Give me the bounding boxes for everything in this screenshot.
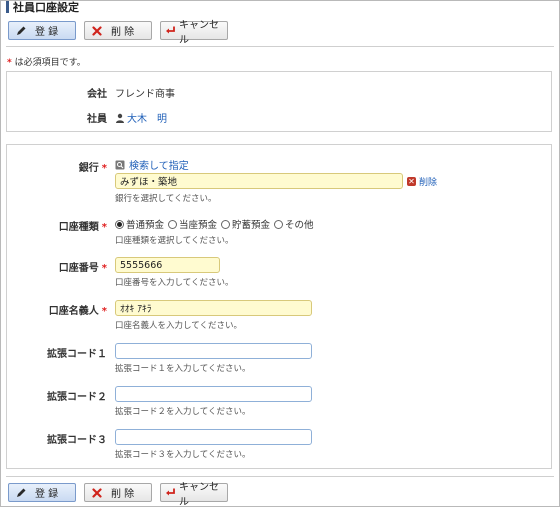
radio-circle	[168, 219, 178, 229]
account-number-label: 口座番号 *	[7, 259, 107, 274]
page-header: 社員口座設定	[6, 0, 79, 14]
account-number-label-text: 口座番号	[58, 263, 99, 274]
ext-code-1-hint: 拡張コード１を入力してください。	[115, 364, 251, 374]
radio-circle	[221, 219, 231, 229]
ext-code-2-field[interactable]	[115, 386, 312, 402]
employee-value: 大木 明	[115, 110, 167, 125]
ext-code-1-label: 拡張コード１	[47, 349, 107, 360]
ext-code-2-label: 拡張コード２	[47, 392, 107, 403]
return-arrow-icon	[165, 487, 176, 499]
bottom-toolbar: 登 録 削 除 キャンセル	[8, 482, 228, 507]
delete-button[interactable]: 削 除	[84, 21, 152, 40]
return-arrow-icon	[165, 25, 176, 37]
register-button-label: 登 録	[35, 489, 59, 500]
required-mark: *	[101, 222, 107, 233]
required-mark: *	[101, 163, 107, 174]
radio-label: 当座預金	[179, 220, 218, 231]
cancel-button-label: キャンセル	[179, 481, 219, 507]
required-note: * は必須項目です。	[7, 55, 86, 68]
account-type-option-toza[interactable]: 当座預金	[168, 217, 217, 231]
bottom-divider	[6, 476, 554, 477]
bank-label-text: 銀行	[78, 163, 99, 174]
account-type-option-chochiku[interactable]: 貯蓄預金	[221, 217, 270, 231]
radio-label: その他	[285, 220, 314, 231]
account-type-label: 口座種類 *	[7, 218, 107, 233]
pencil-icon	[15, 487, 27, 499]
ext-code-1-field[interactable]	[115, 343, 312, 359]
required-note-text: は必須項目です。	[14, 58, 86, 68]
radio-label: 普通預金	[126, 220, 165, 231]
radio-label: 貯蓄預金	[232, 220, 271, 231]
close-icon	[91, 25, 103, 37]
radio-circle	[274, 219, 284, 229]
account-holder-label-text: 口座名義人	[48, 306, 99, 317]
delete-button-label: 削 除	[111, 27, 135, 38]
cancel-button[interactable]: キャンセル	[160, 20, 228, 46]
ext-code-3-hint: 拡張コード３を入力してください。	[115, 450, 251, 460]
employee-label: 社員	[87, 114, 107, 125]
account-type-option-futsu[interactable]: 普通預金	[115, 217, 164, 231]
ext-code-3-field[interactable]	[115, 429, 312, 445]
pencil-icon	[15, 25, 27, 37]
title-marker	[6, 1, 9, 13]
bank-delete-link[interactable]: 削除	[419, 175, 437, 188]
delete-x-icon: ✕	[407, 177, 416, 186]
employee-link[interactable]: 大木 明	[127, 110, 167, 125]
account-type-option-other[interactable]: その他	[274, 217, 314, 231]
toolbar-divider	[6, 46, 554, 47]
account-type-hint: 口座種類を選択してください。	[115, 236, 234, 246]
account-number-hint: 口座番号を入力してください。	[115, 278, 234, 288]
radio-circle	[115, 219, 124, 229]
bank-delete[interactable]: ✕ 削除	[407, 175, 437, 188]
ext-code-3-label: 拡張コード３	[47, 435, 107, 446]
account-number-field[interactable]: 5555666	[115, 257, 220, 273]
account-type-radio-group: 普通預金 当座預金 貯蓄預金 その他	[115, 217, 318, 231]
account-holder-hint: 口座名義人を入力してください。	[115, 321, 242, 331]
ext-code-2-hint: 拡張コード２を入力してください。	[115, 407, 251, 417]
register-button[interactable]: 登 録	[8, 21, 76, 40]
bank-search[interactable]: 検索して指定	[115, 157, 189, 172]
bank-label: 銀行 *	[7, 159, 107, 174]
cancel-button-bottom[interactable]: キャンセル	[160, 482, 228, 507]
register-button-bottom[interactable]: 登 録	[8, 483, 76, 502]
form-panel: 銀行 * 検索して指定 みずほ・築地 ✕ 削除 銀行を選択してください。 口座種類…	[6, 144, 552, 469]
info-panel: 会社 フレンド商事 社員 大木 明	[6, 71, 552, 132]
register-button-label: 登 録	[35, 27, 59, 38]
company-label: 会社	[87, 89, 107, 100]
company-value: フレンド商事	[115, 89, 175, 100]
account-type-label-text: 口座種類	[58, 222, 99, 233]
close-icon	[91, 487, 103, 499]
account-holder-label: 口座名義人 *	[7, 302, 107, 317]
bank-field[interactable]: みずほ・築地	[115, 173, 403, 189]
person-icon	[115, 113, 125, 123]
required-mark: *	[7, 58, 12, 68]
required-mark: *	[101, 306, 107, 317]
bank-hint: 銀行を選択してください。	[115, 194, 217, 204]
delete-button-label: 削 除	[111, 489, 135, 500]
required-mark: *	[101, 263, 107, 274]
account-holder-field[interactable]: ｵｵｷ ｱｷﾗ	[115, 300, 312, 316]
bank-search-link[interactable]: 検索して指定	[129, 157, 189, 172]
cancel-button-label: キャンセル	[179, 19, 219, 46]
page-title: 社員口座設定	[13, 1, 79, 14]
search-box-icon	[115, 160, 125, 170]
top-toolbar: 登 録 削 除 キャンセル	[8, 20, 228, 46]
delete-button-bottom[interactable]: 削 除	[84, 483, 152, 502]
